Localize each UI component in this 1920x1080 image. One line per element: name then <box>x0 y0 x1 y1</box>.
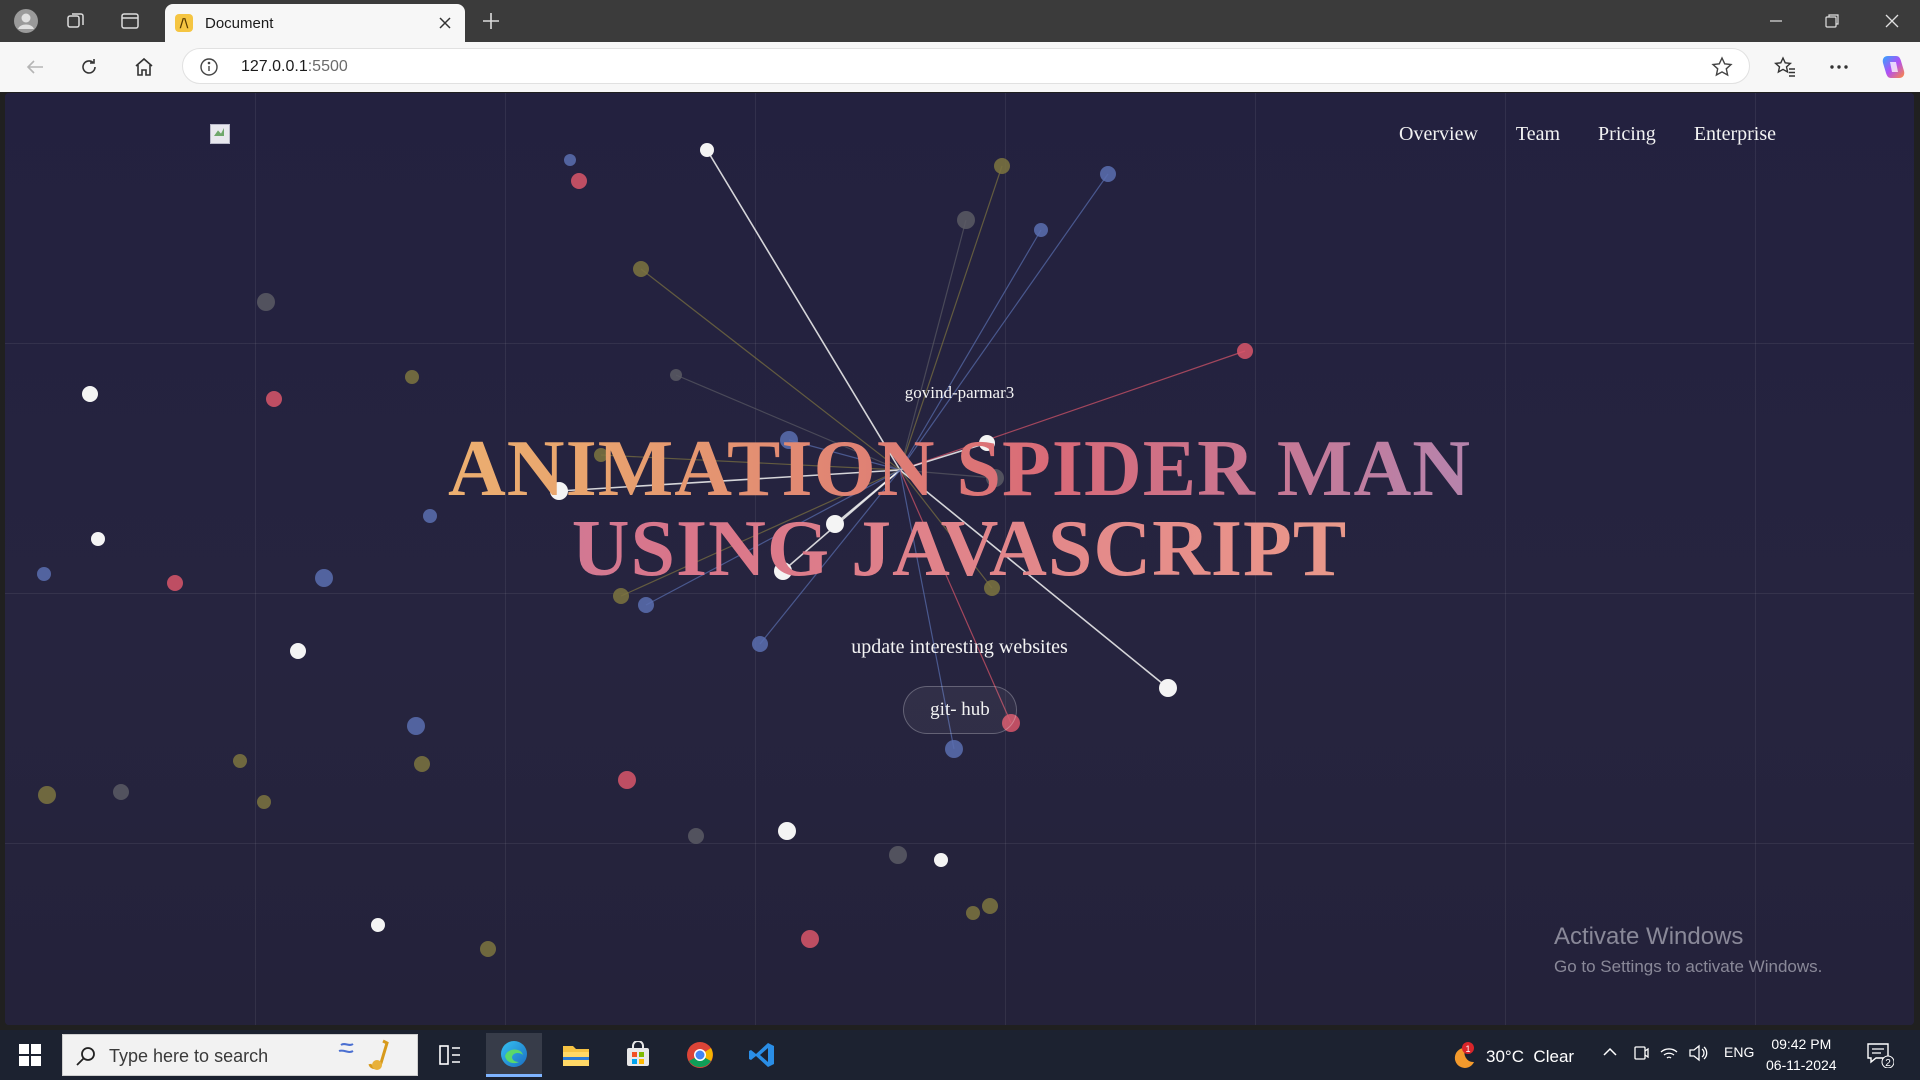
windows-taskbar: Type here to search 1 30°C Clear ENG 09:… <box>0 1030 1920 1080</box>
vertical-tabs-icon[interactable] <box>114 6 146 36</box>
volume-icon[interactable] <box>1688 1044 1708 1065</box>
particle-dot <box>966 906 980 920</box>
particle-dot <box>407 717 425 735</box>
page-viewport: Overview Team Pricing Enterprise govind-… <box>5 93 1914 1025</box>
particle-dot <box>480 941 496 957</box>
new-tab-icon[interactable] <box>475 6 507 36</box>
activate-windows-watermark: Activate Windows Go to Settings to activ… <box>1554 923 1822 977</box>
particle-dot <box>670 369 682 381</box>
tab-document[interactable]: /\ Document <box>165 4 465 42</box>
address-bar[interactable]: 127.0.0.1:5500 <box>182 48 1750 84</box>
watermark-subtitle: Go to Settings to activate Windows. <box>1554 957 1823 976</box>
nav-pricing[interactable]: Pricing <box>1598 123 1656 146</box>
search-icon <box>75 1045 97 1067</box>
particle-dot <box>233 754 247 768</box>
hero-tagline: update interesting websites <box>851 636 1068 658</box>
url-text: 127.0.0.1:5500 <box>241 58 348 75</box>
weather-widget[interactable]: 1 30°C Clear <box>1448 1042 1574 1072</box>
particle-dot <box>1034 223 1048 237</box>
restore-icon[interactable] <box>1804 0 1860 42</box>
particle-dot <box>257 795 271 809</box>
particle-dot <box>801 930 819 948</box>
address-toolbar: 127.0.0.1:5500 <box>0 42 1920 92</box>
home-icon[interactable] <box>127 51 161 83</box>
network-icon[interactable] <box>1660 1044 1678 1065</box>
copilot-icon[interactable] <box>1876 51 1910 83</box>
particle-dot <box>633 261 649 277</box>
store-icon[interactable] <box>610 1033 666 1077</box>
broken-logo-image[interactable] <box>210 124 230 144</box>
particle-dot <box>688 828 704 844</box>
search-placeholder: Type here to search <box>109 1046 269 1066</box>
particle-dot <box>1159 679 1177 697</box>
particle-dot <box>371 918 385 932</box>
chrome-icon[interactable] <box>672 1033 728 1077</box>
meet-now-icon[interactable] <box>1632 1044 1650 1065</box>
notifications-icon[interactable]: 2 <box>1866 1042 1895 1069</box>
workspaces-icon[interactable] <box>60 6 92 36</box>
particle-dot <box>700 143 714 157</box>
particle-dot <box>994 158 1010 174</box>
particle-dot <box>405 370 419 384</box>
github-button[interactable]: git- hub <box>903 686 1017 734</box>
weather-text: 30°C Clear <box>1486 1047 1575 1066</box>
nav-overview[interactable]: Overview <box>1399 123 1478 146</box>
more-options-icon[interactable] <box>1822 51 1856 83</box>
particle-dot <box>778 822 796 840</box>
particle-dot <box>1100 166 1116 182</box>
vscode-icon[interactable] <box>734 1033 790 1077</box>
clock-date: 06-11-2024 <box>1766 1057 1837 1073</box>
file-explorer-icon[interactable] <box>548 1033 604 1077</box>
particle-dot <box>1237 343 1253 359</box>
clock[interactable]: 09:42 PM 06-11-2024 <box>1766 1034 1837 1076</box>
favorite-star-icon[interactable] <box>1711 56 1733 78</box>
tab-title: Document <box>205 15 274 32</box>
particle-dot <box>571 173 587 189</box>
refresh-icon[interactable] <box>72 51 106 83</box>
clock-time: 09:42 PM <box>1771 1036 1832 1052</box>
particle-dot <box>982 898 998 914</box>
main-nav: Overview Team Pricing Enterprise <box>1399 123 1776 146</box>
taskbar-search-box[interactable]: Type here to search <box>62 1034 418 1076</box>
particle-dot <box>257 293 275 311</box>
minimize-icon[interactable] <box>1748 0 1804 42</box>
moon-weather-icon: 1 <box>1454 1042 1474 1068</box>
headline-line-1: ANIMATION SPIDER MAN <box>5 429 1914 509</box>
headline-line-2: USING JAVASCRIPT <box>5 509 1914 589</box>
edge-taskbar-icon[interactable] <box>486 1033 542 1077</box>
favorites-icon[interactable] <box>1768 51 1802 83</box>
nav-team[interactable]: Team <box>1516 123 1560 146</box>
web-strand <box>706 149 901 471</box>
particle-dot <box>414 756 430 772</box>
particle-dot <box>38 786 56 804</box>
close-tab-icon[interactable] <box>435 13 455 33</box>
language-indicator[interactable]: ENG <box>1724 1044 1754 1060</box>
particle-dot <box>638 597 654 613</box>
tab-favicon-icon: /\ <box>175 14 193 32</box>
profile-icon[interactable] <box>10 6 42 36</box>
back-icon[interactable] <box>18 51 52 83</box>
author-credit: govind-parmar3 <box>904 383 1015 402</box>
particle-dot <box>957 211 975 229</box>
svg-text:1: 1 <box>1465 1044 1470 1054</box>
watermark-title: Activate Windows <box>1554 923 1744 950</box>
particle-dot <box>564 154 576 166</box>
nav-enterprise[interactable]: Enterprise <box>1694 123 1776 146</box>
saxophone-doodle-icon <box>321 1037 411 1073</box>
particle-dot <box>945 740 963 758</box>
particle-dot <box>618 771 636 789</box>
windows-start-icon[interactable] <box>10 1040 50 1070</box>
particle-dot <box>934 853 948 867</box>
particle-dot <box>113 784 129 800</box>
show-hidden-icons-icon[interactable] <box>1602 1044 1618 1063</box>
site-info-icon[interactable] <box>199 57 219 77</box>
task-view-icon[interactable] <box>422 1033 478 1077</box>
browser-titlebar: /\ Document <box>0 0 1920 42</box>
particle-dot <box>889 846 907 864</box>
hero-headline: ANIMATION SPIDER MAN USING JAVASCRIPT <box>5 429 1914 589</box>
svg-text:2: 2 <box>1885 1058 1891 1068</box>
close-window-icon[interactable] <box>1864 0 1920 42</box>
